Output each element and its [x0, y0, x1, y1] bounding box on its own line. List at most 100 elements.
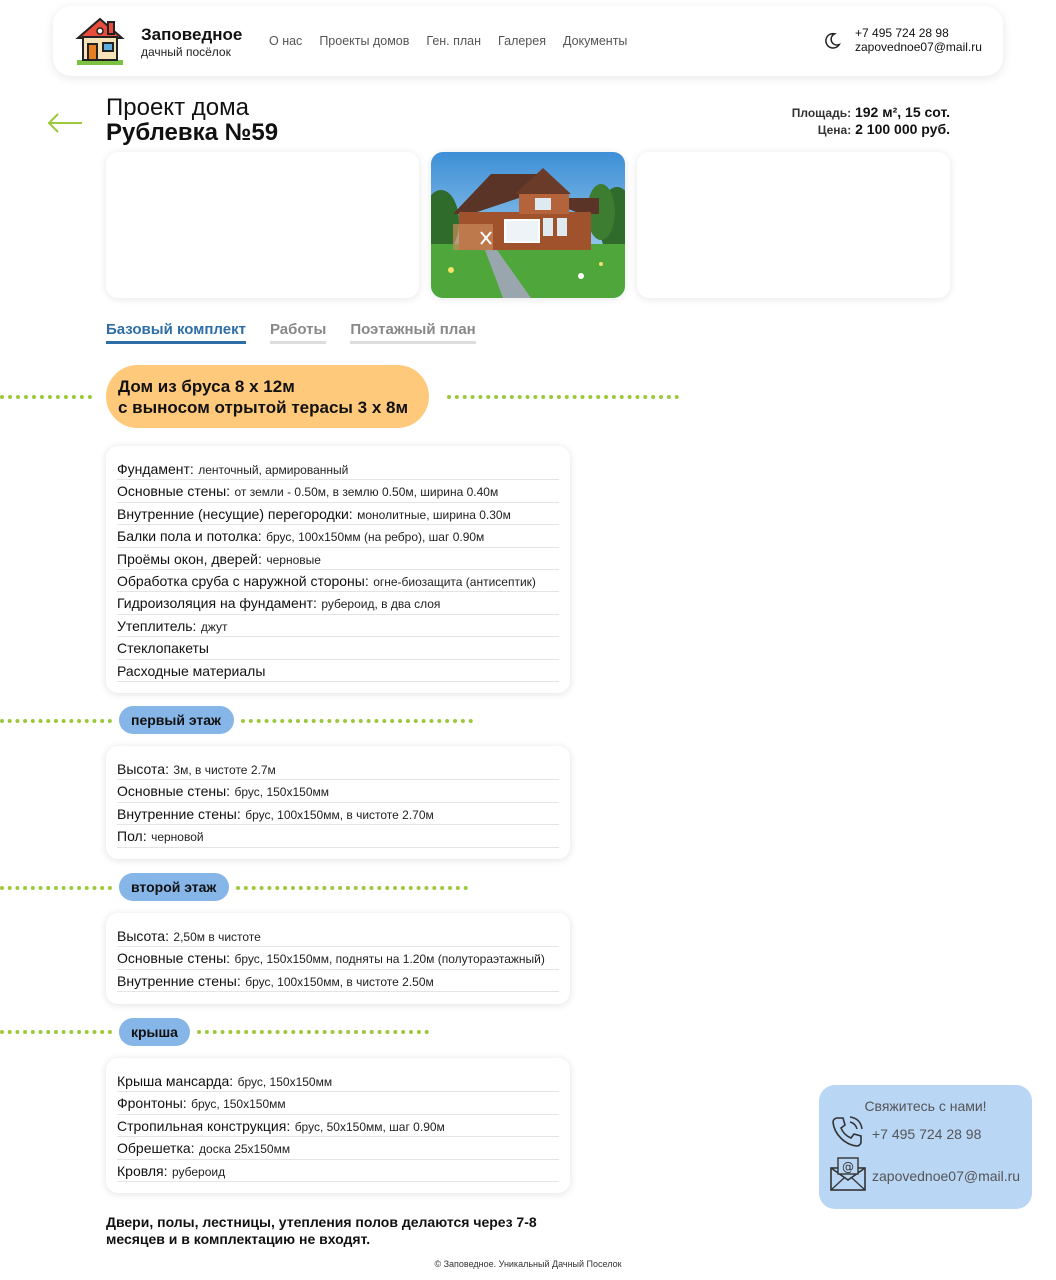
spec-key: Основные стены:	[117, 783, 231, 800]
spec-value: брус, 100х150мм (на ребро), шаг 0.90м	[266, 530, 485, 545]
spec-value: черновой	[151, 830, 204, 845]
spec-value: от земли - 0.50м, в землю 0.50м, ширина …	[234, 485, 499, 500]
contact-widget-title: Свяжитесь с нами!	[864, 1098, 987, 1114]
spec-key: Обрешетка:	[117, 1140, 195, 1157]
spec-key: Стропильная конструкция:	[117, 1117, 291, 1134]
spec-row: Пол: черновой	[117, 825, 559, 848]
tab-works[interactable]: Работы	[269, 321, 327, 344]
spec-row: Расходные материалы	[117, 660, 559, 682]
first-floor-card: Высота: 3м, в чистоте 2.7м Основные стен…	[106, 746, 570, 859]
spec-row: Обработка сруба с наружной стороны: огне…	[117, 570, 559, 593]
area-value: 192 м², 15 сот.	[854, 104, 950, 120]
project-meta: Площадь: 192 м², 15 сот. Цена: 2 100 000…	[792, 104, 950, 138]
gallery-slide-next[interactable]	[637, 152, 950, 298]
spec-key: Внутренние стены:	[117, 972, 241, 989]
spec-row: Фундамент: ленточный, армированный	[117, 458, 559, 481]
spec-value: брус, 50х150мм, шаг 0.90м	[294, 1119, 445, 1134]
spec-row: Балки пола и потолка: брус, 100х150мм (н…	[117, 525, 559, 548]
spec-key: Внутренние стены:	[117, 805, 241, 822]
spec-value: брус, 150х150мм	[234, 785, 330, 800]
dotted-divider	[0, 1030, 112, 1034]
spec-key: Обработка сруба с наружной стороны:	[117, 572, 369, 589]
spec-key: Фронтоны:	[117, 1095, 187, 1112]
back-arrow-icon[interactable]	[46, 112, 84, 134]
gallery-slide-house-photo[interactable]	[431, 152, 625, 298]
main-heading-pill: Дом из бруса 8 х 12м с выносом отрытой т…	[106, 365, 429, 428]
price-value: 2 100 000 руб.	[855, 121, 950, 137]
spec-key: Основные стены:	[117, 483, 231, 500]
spec-key: Высота:	[117, 761, 169, 777]
second-floor-card: Высота: 2,50м в чистоте Основные стены: …	[106, 913, 570, 1004]
dotted-divider	[241, 719, 473, 723]
nav-link-about[interactable]: О нас	[269, 34, 302, 48]
spec-row: Крыша мансарда: брус, 150х150мм	[117, 1070, 559, 1093]
spec-key: Фундамент:	[117, 461, 194, 477]
spec-key: Утеплитель:	[117, 617, 197, 634]
nav-link-gallery[interactable]: Галерея	[498, 34, 546, 48]
tab-floor-plan[interactable]: Поэтажный план	[350, 321, 476, 344]
mail-icon: @	[830, 1157, 866, 1191]
spec-key: Расходные материалы	[117, 662, 266, 679]
spec-row: Внутренние стены: брус, 100х150мм, в чис…	[117, 970, 559, 993]
spec-value: 2,50м в чистоте	[173, 930, 261, 944]
spec-key: Высота:	[117, 928, 169, 944]
spec-row: Основные стены: брус, 150х150мм, подняты…	[117, 947, 559, 970]
dotted-divider	[447, 395, 679, 399]
spec-row: Стеклопакеты	[117, 637, 559, 660]
header-phone[interactable]: +7 495 724 28 98	[855, 26, 982, 40]
nav-link-documents[interactable]: Документы	[563, 34, 627, 48]
spec-value: рубероид, в два слоя	[321, 597, 441, 612]
spec-value: джут	[200, 619, 228, 634]
roof-pill: крыша	[119, 1018, 190, 1046]
spec-row: Фронтоны: брус, 150х150мм	[117, 1092, 559, 1115]
project-tabs: Базовый комплект Работы Поэтажный план	[106, 321, 476, 344]
project-title-prefix: Проект дома	[106, 94, 249, 121]
spec-row: Основные стены: брус, 150х150мм	[117, 780, 559, 803]
nav-link-genplan[interactable]: Ген. план	[426, 34, 481, 48]
first-floor-pill: первый этаж	[119, 706, 234, 734]
spec-row: Проёмы окон, дверей: черновые	[117, 548, 559, 570]
dotted-divider	[0, 719, 112, 723]
dotted-divider	[0, 395, 92, 399]
gallery-slide-prev[interactable]	[106, 152, 419, 298]
spec-key: Внутренние (несущие) перегородки:	[117, 505, 353, 522]
dark-mode-moon-icon[interactable]	[823, 32, 841, 50]
spec-value: доска 25х150мм	[199, 1142, 291, 1157]
spec-key: Гидроизоляция на фундамент:	[117, 595, 317, 612]
main-heading-line2: с выносом отрытой терасы 3 х 8м	[118, 398, 409, 417]
main-heading-line1: Дом из бруса 8 х 12м	[118, 377, 295, 396]
spec-row: Утеплитель: джут	[117, 615, 559, 638]
spec-row: Высота: 2,50м в чистоте	[117, 925, 559, 948]
dotted-divider	[0, 886, 112, 890]
spec-key: Пол:	[117, 828, 147, 845]
brand-title[interactable]: Заповедное	[141, 25, 242, 45]
header-email[interactable]: zapovednoe07@mail.ru	[855, 40, 982, 54]
brand-subtitle: дачный посёлок	[141, 45, 231, 59]
dotted-divider	[236, 886, 468, 890]
tab-base-kit[interactable]: Базовый комплект	[106, 321, 246, 344]
spec-row: Кровля: рубероид	[117, 1160, 559, 1182]
spec-key: Проёмы окон, дверей:	[117, 550, 262, 567]
contact-phone[interactable]: +7 495 724 28 98	[872, 1126, 981, 1142]
area-label: Площадь:	[791, 106, 852, 120]
spec-row: Обрешетка: доска 25х150мм	[117, 1137, 559, 1160]
spec-value: брус, 100х150мм, в чистоте 2.50м	[245, 974, 434, 989]
roof-card: Крыша мансарда: брус, 150х150мм Фронтоны…	[106, 1058, 570, 1193]
nav-link-projects[interactable]: Проекты домов	[319, 34, 409, 48]
contact-email[interactable]: zapovednoe07@mail.ru	[872, 1168, 1020, 1184]
house-logo-icon[interactable]	[75, 16, 125, 66]
spec-value: 3м, в чистоте 2.7м	[173, 763, 276, 777]
spec-value: огне-биозащита (антисептик)	[373, 574, 536, 589]
spec-row: Стропильная конструкция: брус, 50х150мм,…	[117, 1115, 559, 1138]
spec-value: брус, 150х150мм	[191, 1097, 286, 1112]
dotted-divider	[197, 1030, 429, 1034]
spec-value: брус, 150х150мм	[237, 1075, 333, 1089]
contact-widget: Свяжитесь с нами! +7 495 724 28 98 @ zap…	[819, 1085, 1032, 1209]
spec-key: Крыша мансарда:	[117, 1073, 234, 1089]
base-specs-card: Фундамент: ленточный, армированный Основ…	[106, 446, 570, 693]
kit-exclusion-note: Двери, полы, лестницы, утепления полов д…	[106, 1214, 537, 1247]
header-contacts: +7 495 724 28 98 zapovednoe07@mail.ru	[855, 26, 982, 54]
project-title-name: Рублевка №59	[106, 119, 279, 146]
spec-row: Гидроизоляция на фундамент: рубероид, в …	[117, 592, 559, 615]
site-header: Заповедное дачный посёлок О нас Проекты …	[53, 6, 1003, 76]
